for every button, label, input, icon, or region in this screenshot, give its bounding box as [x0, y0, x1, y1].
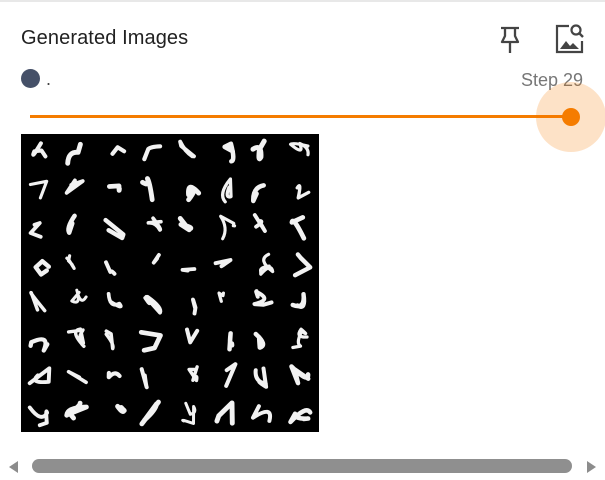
- generated-digit: [191, 297, 198, 316]
- image-search-button[interactable]: [552, 21, 586, 55]
- generated-digit: [253, 366, 269, 389]
- generated-digit: [106, 370, 122, 380]
- generated-digit: [289, 364, 311, 386]
- generated-digit: [186, 184, 202, 203]
- generated-digit: [139, 367, 149, 390]
- generated-digit: [252, 213, 267, 233]
- generated-digit: [222, 141, 236, 164]
- generated-digit: [252, 289, 274, 307]
- generated-digit: [110, 145, 127, 156]
- run-label: .: [46, 69, 52, 89]
- generated-digit: [70, 288, 88, 304]
- generated-digit: [103, 217, 126, 241]
- generated-digit: [251, 183, 266, 204]
- generated-digit: [220, 177, 233, 204]
- scroll-left-icon[interactable]: [9, 461, 18, 473]
- scroll-right-icon[interactable]: [587, 461, 596, 473]
- generated-digit: [107, 183, 122, 193]
- step-slider[interactable]: [30, 82, 605, 152]
- generated-digit: [185, 327, 200, 345]
- generated-digit: [250, 138, 267, 162]
- image-search-icon: [555, 24, 584, 54]
- generated-digit: [213, 258, 233, 269]
- horizontal-scrollbar[interactable]: [0, 456, 605, 478]
- generated-digit: [180, 267, 197, 273]
- slider-track: [30, 115, 572, 118]
- generated-digit: [139, 399, 161, 427]
- generated-digit: [146, 216, 163, 232]
- generated-digit: [290, 292, 307, 309]
- generated-digit: [259, 252, 275, 276]
- generated-digit: [253, 331, 266, 350]
- generated-digit: [142, 144, 163, 162]
- generated-digit: [66, 327, 86, 348]
- generated-digit: [224, 362, 238, 388]
- top-divider: [0, 0, 605, 2]
- generated-digit: [28, 337, 50, 353]
- generated-digit: [177, 216, 194, 233]
- generated-digit: [178, 139, 196, 159]
- run-color-dot: [21, 69, 40, 88]
- generated-digit: [291, 327, 309, 350]
- generated-digit: [143, 295, 163, 315]
- card-title: Generated Images: [21, 27, 189, 49]
- generated-digit: [104, 260, 117, 276]
- generated-digit: [219, 214, 237, 241]
- generated-digit: [289, 141, 310, 157]
- generated-digit: [66, 213, 77, 235]
- generated-digit: [65, 254, 76, 271]
- generated-digit: [151, 253, 161, 265]
- generated-digit: [29, 290, 47, 313]
- generated-digit: [227, 331, 235, 352]
- generated-digit: [140, 176, 155, 203]
- generated-digit: [33, 259, 51, 277]
- generated-digit: [28, 221, 43, 239]
- generated-digit: [106, 291, 123, 309]
- generated-digit: [187, 365, 199, 383]
- generated-digit: [214, 400, 235, 426]
- generated-digit: [64, 400, 89, 421]
- generated-digit: [289, 215, 307, 241]
- generated-digit: [115, 403, 127, 414]
- generated-digit: [217, 291, 225, 303]
- generated-digit: [288, 408, 313, 425]
- pin-icon: [500, 26, 520, 53]
- generated-digit: [295, 184, 311, 200]
- generated-digit: [138, 329, 163, 353]
- generated-digit: [64, 178, 85, 195]
- slider-thumb[interactable]: [562, 108, 580, 126]
- generated-digit: [66, 369, 88, 385]
- generated-digit: [31, 141, 48, 159]
- generated-digit: [251, 404, 273, 423]
- generated-digit: [181, 401, 197, 425]
- generated-digit: [292, 252, 313, 278]
- generated-digit: [27, 366, 52, 386]
- generated-digit: [104, 329, 115, 351]
- generated-digit: [65, 141, 83, 166]
- generated-digit: [28, 179, 49, 200]
- scrollbar-thumb[interactable]: [32, 459, 572, 473]
- generated-images-grid: [21, 134, 319, 432]
- generated-digit: [27, 405, 50, 428]
- pin-button[interactable]: [494, 22, 528, 56]
